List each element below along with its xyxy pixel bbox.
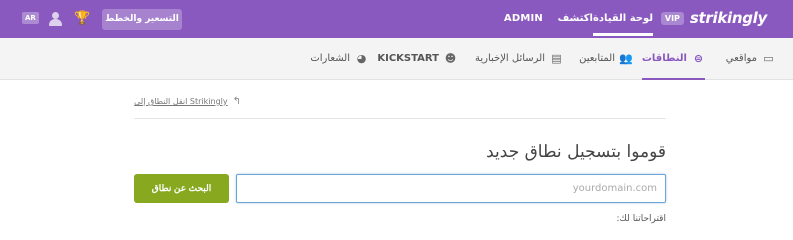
- strikingly-logo[interactable]: VIP strikingly: [660, 9, 767, 27]
- top-navigation-bar: VIP strikingly لوحة القيادة اكتشف ADMIN …: [0, 0, 793, 38]
- nav-admin[interactable]: ADMIN: [504, 13, 543, 24]
- nav-explore[interactable]: اكتشف: [558, 13, 593, 24]
- tab-kickstart[interactable]: ☻ KICKSTART: [377, 52, 457, 65]
- palette-icon: ◕: [356, 52, 367, 65]
- globe-icon: ⊜: [693, 52, 704, 65]
- tab-label: الرسائل الإخبارية: [474, 53, 545, 64]
- tab-followers[interactable]: 👥 المتابعين: [579, 52, 633, 65]
- language-selector[interactable]: AR: [22, 12, 39, 24]
- tab-label: المتابعين: [579, 53, 615, 64]
- nav-dashboard[interactable]: لوحة القيادة: [592, 13, 654, 36]
- secondary-navigation-bar: ▭ مواقعي ⊜ النطاقات 👥 المتابعين ▤ الرسائ…: [0, 38, 793, 80]
- vip-badge: VIP: [660, 11, 684, 25]
- tab-label: النطاقات: [641, 53, 687, 64]
- user-account-icon[interactable]: [48, 11, 64, 27]
- tab-newsletters[interactable]: ▤ الرسائل الإخبارية: [475, 52, 563, 65]
- breadcrumb: ↰ Strikingly انقل النطاق إلى: [134, 96, 241, 107]
- users-icon: 👥: [619, 52, 633, 65]
- logo-text: strikingly: [689, 9, 767, 27]
- back-arrow-icon[interactable]: ↰: [233, 96, 241, 107]
- trophy-icon[interactable]: 🏆: [74, 11, 90, 27]
- user-icon-body: [49, 19, 62, 26]
- smiley-icon: ☻: [444, 52, 457, 65]
- transfer-domain-link[interactable]: Strikingly انقل النطاق إلى: [134, 97, 227, 106]
- tab-domains[interactable]: ⊜ النطاقات: [641, 52, 706, 80]
- window-icon: ▭: [763, 52, 774, 65]
- tab-logos[interactable]: ◕ الشعارات: [310, 52, 368, 65]
- page-title: قوموا بتسجيل نطاق جديد: [486, 142, 666, 162]
- search-domain-button[interactable]: البحث عن نطاق: [134, 174, 229, 203]
- user-icon-head: [52, 12, 59, 19]
- tab-label: مواقعي: [725, 53, 757, 64]
- tab-label: KICKSTART: [377, 53, 439, 64]
- domain-search-input[interactable]: [236, 174, 666, 203]
- tab-label: الشعارات: [310, 53, 350, 64]
- tab-my-sites[interactable]: ▭ مواقعي: [726, 52, 775, 65]
- suggestions-label: اقتراحاتنا لك:: [616, 214, 666, 224]
- newsletter-icon: ▤: [551, 52, 562, 65]
- divider: [134, 118, 666, 119]
- pricing-plans-button[interactable]: التسعير والخطط: [102, 9, 182, 30]
